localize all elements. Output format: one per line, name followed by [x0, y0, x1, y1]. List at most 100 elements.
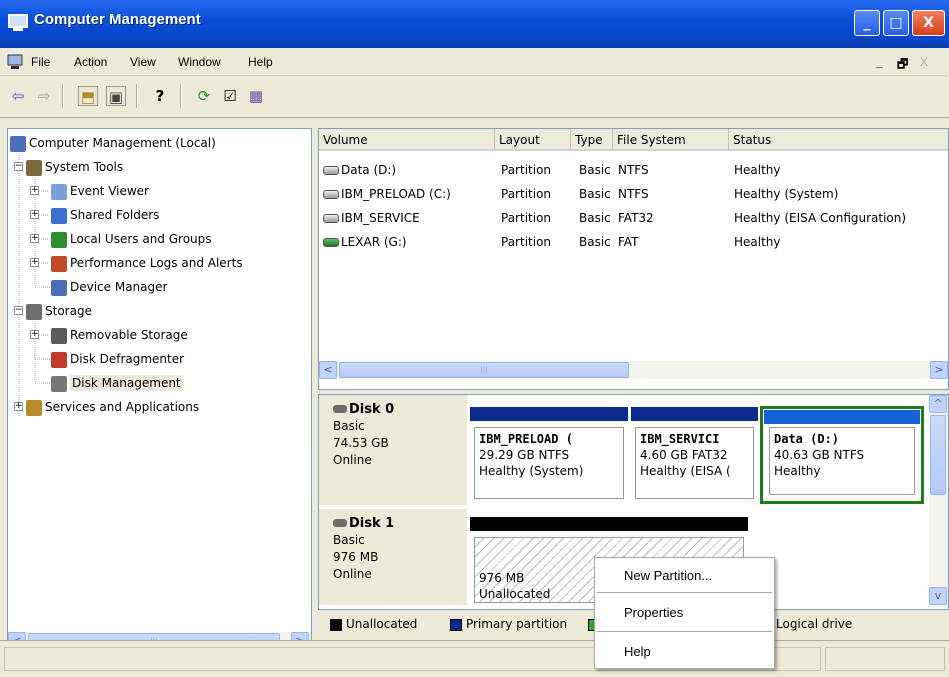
scroll-thumb[interactable]	[930, 415, 946, 495]
disk-size: 74.53 GB	[333, 436, 389, 450]
menu-file[interactable]: File	[31, 55, 50, 69]
title-bar[interactable]: Computer Management _ □ X	[0, 0, 949, 48]
disk-icon[interactable]: ▦	[246, 86, 266, 106]
column-header-layout[interactable]: Layout	[495, 129, 571, 151]
toolbar-separator	[180, 84, 182, 108]
collapse-toggle[interactable]: −	[14, 162, 23, 171]
tree-item-local-users[interactable]: Local Users and Groups	[51, 229, 212, 249]
expand-toggle[interactable]: +	[30, 210, 39, 219]
partition-bar	[470, 517, 748, 531]
disk-management-icon	[51, 375, 67, 392]
help-icon[interactable]: ?	[150, 86, 170, 106]
tree-item-shared-folders[interactable]: Shared Folders	[51, 205, 159, 225]
menu-window[interactable]: Window	[178, 55, 221, 69]
tree-item-services-and-applications[interactable]: Services and Applications	[26, 397, 199, 417]
collapse-toggle[interactable]: −	[14, 306, 23, 315]
console-tree[interactable]: Computer Management (Local) − System Too…	[7, 128, 312, 651]
volume-cell[interactable]: LEXAR (G:)	[323, 232, 407, 252]
expand-toggle[interactable]: +	[30, 186, 39, 195]
menu-action[interactable]: Action	[74, 55, 107, 69]
partition-data-d[interactable]: Data (D:) 40.63 GB NTFS Healthy	[760, 406, 924, 504]
drive-icon	[323, 190, 339, 199]
disk-type: Basic	[333, 419, 365, 433]
layout-cell: Partition	[501, 187, 552, 201]
shared-folder-icon	[51, 207, 67, 224]
tree-item-device-manager[interactable]: Device Manager	[51, 277, 167, 297]
tree-item-event-viewer[interactable]: Event Viewer	[51, 181, 149, 201]
tree-item-disk-management[interactable]: Disk Management	[51, 373, 183, 393]
legend-swatch	[450, 618, 462, 631]
computer-icon	[8, 14, 28, 31]
status-bar	[0, 640, 949, 677]
disk-vertical-scrollbar[interactable]: ^ v	[929, 395, 948, 607]
volume-cell[interactable]: Data (D:)	[323, 160, 396, 180]
disk-size: 976 MB	[333, 550, 379, 564]
menu-item-help[interactable]: Help	[596, 640, 773, 664]
menu-help[interactable]: Help	[248, 55, 273, 69]
show-hide-tree-icon[interactable]: ▣	[106, 86, 126, 106]
column-header-type[interactable]: Type	[571, 129, 613, 151]
tree-item-storage[interactable]: Storage	[26, 301, 92, 321]
partition-ibm-service[interactable]: IBM_SERVICI 4.60 GB FAT32 Healthy (EISA …	[631, 407, 758, 503]
partition-ibm-preload[interactable]: IBM_PRELOAD ( 29.29 GB NTFS Healthy (Sys…	[470, 407, 628, 503]
scroll-thumb[interactable]: |||	[339, 362, 629, 378]
partition-bar	[470, 407, 628, 421]
scroll-left-button[interactable]: <	[319, 361, 337, 379]
tools-icon	[26, 159, 42, 176]
layout-cell: Partition	[501, 211, 552, 225]
menu-item-new-partition[interactable]: New Partition...	[596, 564, 773, 588]
up-level-icon[interactable]: ⬒	[78, 86, 98, 106]
scroll-up-button[interactable]: ^	[929, 395, 947, 413]
fs-cell: NTFS	[618, 187, 649, 201]
legend-swatch	[330, 618, 342, 631]
fs-cell: NTFS	[618, 163, 649, 177]
status-cell: Healthy (System)	[734, 187, 839, 201]
legend-logical: Logical drive	[776, 617, 853, 631]
volume-cell[interactable]: IBM_PRELOAD (C:)	[323, 184, 451, 204]
mdi-close-button[interactable]: X	[920, 55, 928, 69]
legend-unallocated: Unallocated	[330, 617, 417, 631]
column-header-volume[interactable]: Volume	[319, 129, 495, 151]
event-viewer-icon	[51, 183, 67, 200]
window-title: Computer Management	[34, 11, 201, 28]
expand-toggle[interactable]: +	[14, 402, 23, 411]
removable-storage-icon	[51, 327, 67, 344]
column-header-status[interactable]: Status	[729, 129, 948, 151]
expand-toggle[interactable]: +	[30, 330, 39, 339]
tree-item-disk-defragmenter[interactable]: Disk Defragmenter	[51, 349, 184, 369]
drive-icon	[323, 214, 339, 223]
tree-item-computer-management[interactable]: Computer Management (Local)	[10, 133, 216, 153]
type-cell: Basic	[579, 187, 611, 201]
column-header-file-system[interactable]: File System	[613, 129, 729, 151]
scroll-down-button[interactable]: v	[929, 587, 947, 605]
users-icon	[51, 231, 67, 248]
properties-icon[interactable]: ☑	[220, 86, 240, 106]
tree-item-removable-storage[interactable]: Removable Storage	[51, 325, 188, 345]
close-button[interactable]: X	[912, 10, 945, 36]
volume-list[interactable]: Volume Layout Type File System Status Da…	[318, 128, 949, 390]
menu-view[interactable]: View	[130, 55, 156, 69]
tree-item-system-tools[interactable]: System Tools	[26, 157, 123, 177]
services-icon	[26, 399, 42, 416]
drive-icon	[323, 166, 339, 175]
volume-horizontal-scrollbar[interactable]: < ||| >	[319, 361, 948, 379]
expand-toggle[interactable]: +	[30, 258, 39, 267]
volume-cell[interactable]: IBM_SERVICE	[323, 208, 420, 228]
disk-1-label[interactable]: Disk 1 Basic 976 MB Online	[319, 509, 467, 605]
mdi-minimize-button[interactable]: _	[876, 55, 883, 69]
context-menu: New Partition... Properties Help	[594, 557, 775, 669]
disk-0-label[interactable]: Disk 0 Basic 74.53 GB Online	[319, 395, 467, 505]
maximize-button[interactable]: □	[883, 10, 909, 36]
menu-item-properties[interactable]: Properties	[596, 601, 773, 625]
device-manager-icon	[51, 279, 67, 296]
expand-toggle[interactable]: +	[30, 234, 39, 243]
minimize-button[interactable]: _	[854, 10, 880, 36]
scroll-right-button[interactable]: >	[930, 361, 948, 379]
disk-state: Online	[333, 567, 372, 581]
status-cell: Healthy (EISA Configuration)	[734, 211, 907, 225]
mdi-restore-button[interactable]: 🗗	[897, 55, 908, 76]
refresh-icon[interactable]: ⟳	[194, 86, 214, 106]
back-icon[interactable]: ⇦	[8, 86, 28, 106]
tree-item-performance-logs[interactable]: Performance Logs and Alerts	[51, 253, 243, 273]
forward-icon[interactable]: ⇨	[34, 86, 54, 106]
